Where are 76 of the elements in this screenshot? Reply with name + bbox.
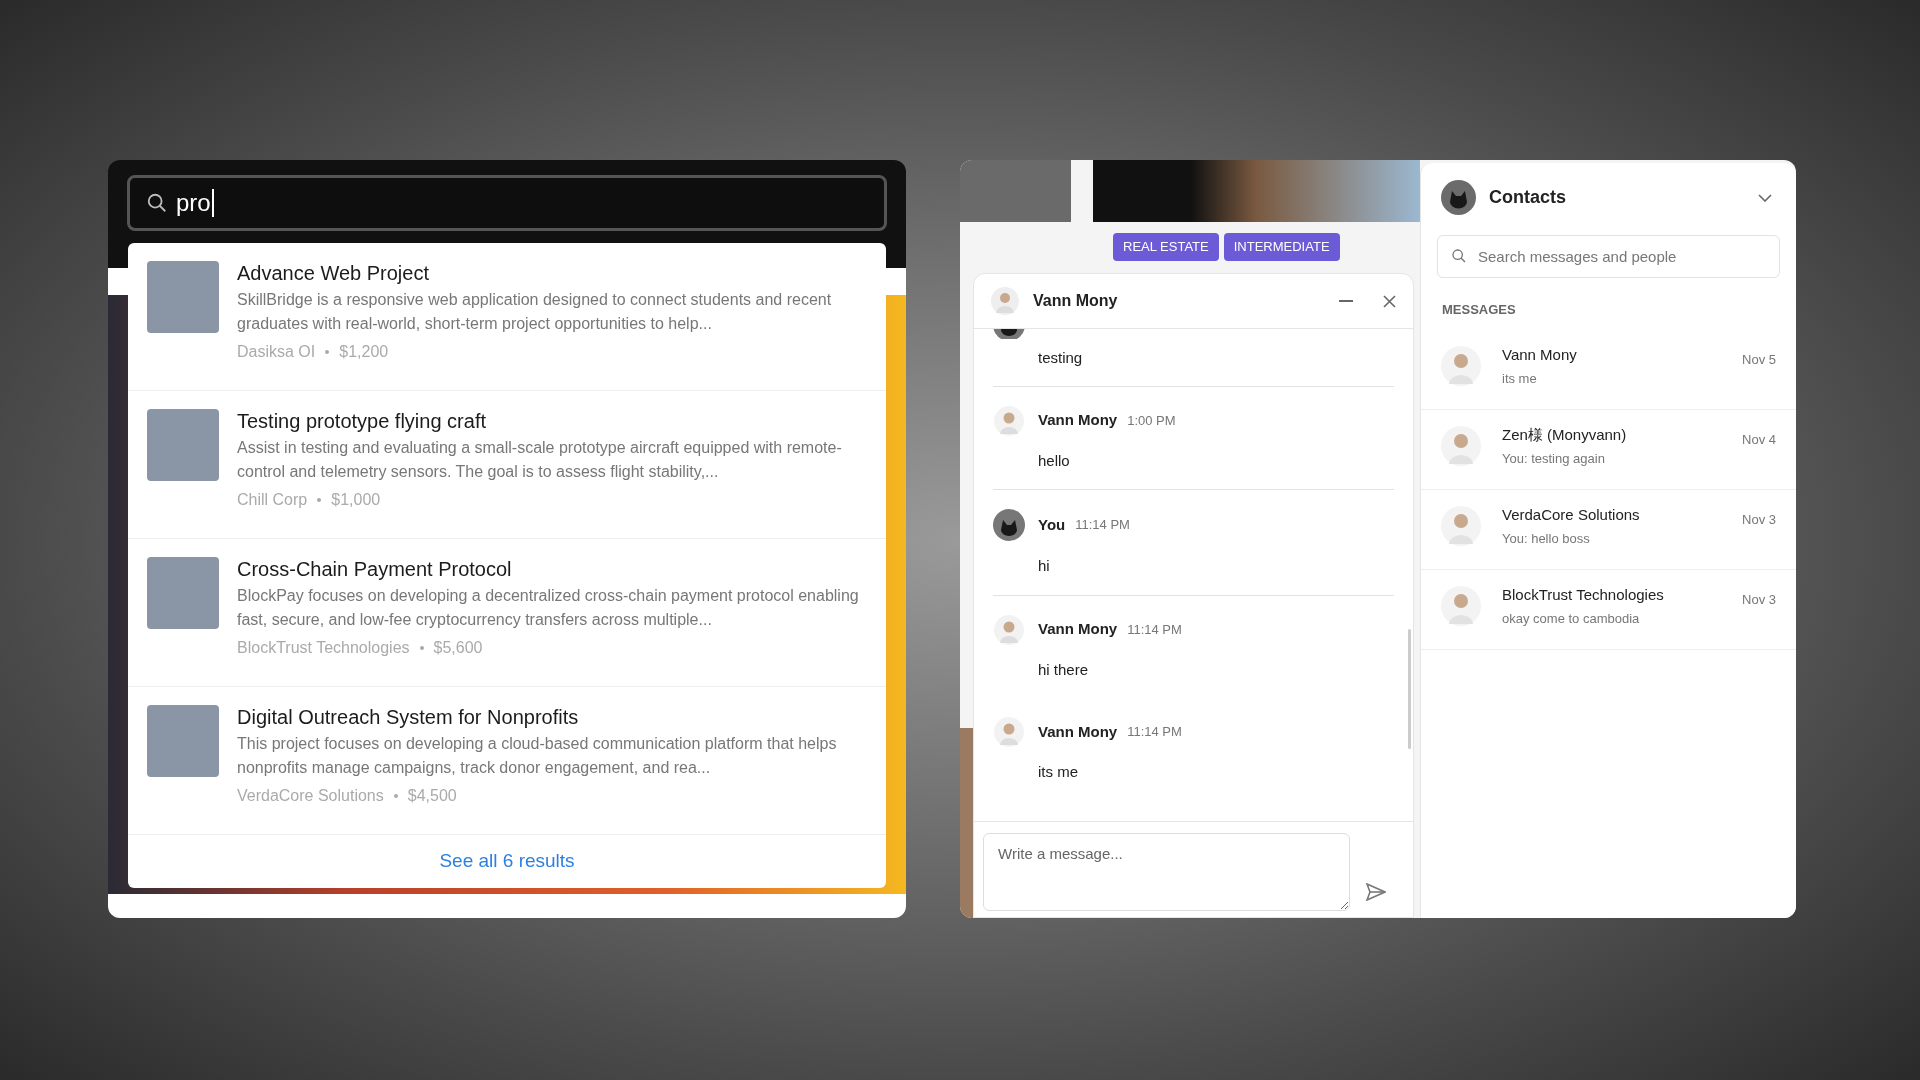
search-result[interactable]: Advance Web Project SkillBridge is a responsive web application designed to connect students and recent graduates with real-world, short-term project opportunities to help... Dasiksa OI $1,200	[128, 243, 886, 391]
result-description: SkillBridge is a responsive web application designed to connect students and recent graduates with real-world, short-term project opportunities to help...	[237, 290, 833, 334]
price: $5,600	[433, 638, 483, 658]
contact-name: VerdaCore Solutions	[1502, 505, 1641, 525]
result-description: This project focuses on developing a cloud-based communication platform that helps nonprofits manage campaigns, track donor engagement, and rea...	[237, 734, 838, 778]
contact-name: Vann Mony	[1502, 345, 1578, 365]
result-title: Digital Outreach System for Nonprofits	[237, 705, 580, 730]
message-time: 11:14 PM	[1075, 516, 1130, 535]
message-text: hi	[1038, 556, 1051, 576]
avatar-icon	[1441, 586, 1481, 626]
message-time: 11:14 PM	[1127, 620, 1182, 639]
message-time: 1:00 PM	[1127, 411, 1176, 430]
sender-name: You	[1038, 514, 1066, 535]
photo-placeholder	[147, 557, 219, 629]
chevron-down-icon[interactable]	[1758, 193, 1772, 202]
price: $1,000	[331, 490, 381, 510]
price: $1,200	[339, 342, 389, 362]
sender-name: Vann Mony	[1038, 619, 1118, 640]
see-all-results-link[interactable]: See all 6 results	[439, 847, 575, 876]
category-tag: INTERMEDIATE	[1223, 233, 1340, 261]
result-description: Assist in testing and evaluating a small-scale prototype aircraft equipped with remote-control and telemetry sensors. The goal is to assess flight stability,...	[237, 438, 843, 482]
message-text: hi there	[1038, 659, 1090, 680]
category-tag: REAL ESTATE	[1113, 233, 1219, 261]
company-name: Dasiksa OI	[237, 342, 316, 362]
result-title: Testing prototype flying craft	[237, 409, 487, 434]
photo-placeholder	[147, 261, 219, 333]
photo-placeholder	[147, 409, 219, 481]
message-preview: its me	[1502, 369, 1538, 388]
avatar-icon	[994, 614, 1024, 645]
avatar-icon	[993, 509, 1025, 541]
conversation-item[interactable]: Vann Mony its me Nov 5	[1421, 329, 1796, 410]
result-title: Advance Web Project	[237, 261, 430, 286]
company-name: VerdaCore Solutions	[237, 786, 384, 806]
sender-name: Vann Mony	[1038, 721, 1118, 742]
sender-name: Vann Mony	[1038, 410, 1118, 431]
avatar-icon	[1441, 180, 1476, 215]
search-query: pro	[176, 189, 214, 217]
message-date: Nov 4	[1742, 430, 1776, 449]
message-date: Nov 3	[1742, 510, 1776, 529]
conversation-item[interactable]: Zen様 (Monyvann) You: testing again Nov 4	[1421, 409, 1796, 490]
conversation-item[interactable]: VerdaCore Solutions You: hello boss Nov 3	[1421, 489, 1796, 570]
section-heading: MESSAGES	[1441, 301, 1517, 319]
avatar-icon	[1441, 426, 1481, 466]
avatar-icon	[991, 287, 1019, 315]
search-field[interactable]: pro	[127, 175, 887, 231]
avatar-icon	[1441, 506, 1481, 546]
company-name: Chill Corp	[237, 490, 308, 510]
contact-name: Zen様 (Monyvann)	[1502, 425, 1628, 445]
avatar-icon	[1441, 346, 1481, 386]
avatar-icon	[994, 717, 1024, 747]
search-icon	[1451, 248, 1467, 264]
search-field[interactable]: Search messages and people	[1437, 235, 1780, 278]
message-input[interactable]: Write a message...	[983, 833, 1350, 911]
price: $4,500	[407, 786, 457, 806]
chat-title: Vann Mony	[1033, 291, 1119, 311]
message-text: hello	[1038, 450, 1071, 471]
contacts-title: Contacts	[1489, 186, 1567, 209]
message-time: 11:14 PM	[1127, 723, 1182, 742]
scrollbar-thumb[interactable]	[1408, 629, 1411, 749]
message-preview: You: testing again	[1502, 449, 1606, 468]
message-preview: You: hello boss	[1502, 529, 1591, 548]
conversation-item[interactable]: BlockTrust Technologies okay come to cambodia Nov 3	[1421, 569, 1796, 650]
search-icon	[146, 192, 168, 214]
message-preview: okay come to cambodia	[1502, 609, 1641, 628]
contact-name: BlockTrust Technologies	[1502, 585, 1665, 605]
message-date: Nov 3	[1742, 590, 1776, 609]
message-text: its me	[1038, 762, 1079, 782]
message-date: Nov 5	[1742, 350, 1776, 369]
company-name: BlockTrust Technologies	[237, 638, 410, 658]
result-title: Cross-Chain Payment Protocol	[237, 557, 513, 582]
avatar-icon	[994, 405, 1024, 436]
result-description: BlockPay focuses on developing a decentralized cross-chain payment protocol enabling fast, secure, and low-fee cryptocurrency transfers across multiple...	[237, 586, 860, 630]
send-icon[interactable]	[1366, 883, 1386, 901]
close-icon[interactable]	[1383, 294, 1396, 308]
message-text: testing	[1038, 348, 1084, 368]
photo-placeholder	[147, 705, 219, 777]
